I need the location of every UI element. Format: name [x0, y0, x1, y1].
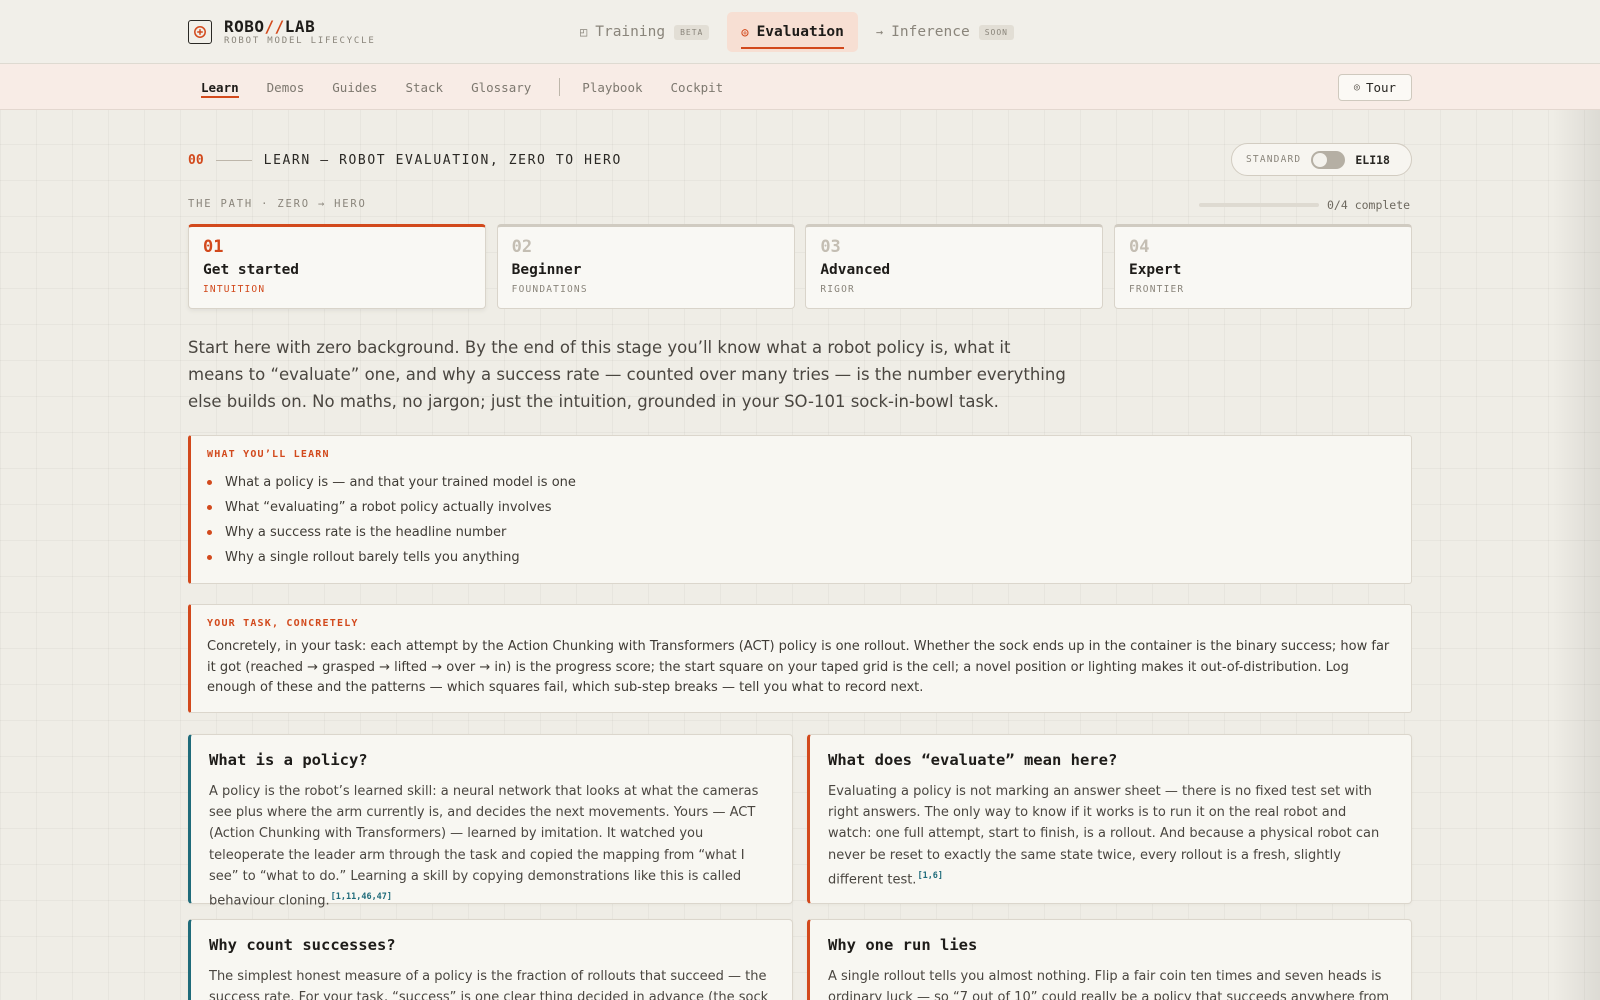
objectives-list: What a policy is — and that your trained… [207, 470, 1395, 570]
list-item: Why a single rollout barely tells you an… [207, 545, 1395, 570]
switch-knob [1313, 152, 1328, 167]
soon-badge: SOON [978, 24, 1014, 40]
list-item: What a policy is — and that your trained… [207, 470, 1395, 495]
progress-bar [1199, 203, 1319, 207]
concept-card-policy: What is a policy? A policy is the robot’… [188, 734, 793, 908]
stage-intro: Start here with zero background. By the … [188, 338, 1066, 411]
path-label: THE PATH · ZERO → HERO [188, 198, 367, 210]
path-progress: 0/4 complete [1199, 198, 1410, 212]
concept-card-evaluate: What does “evaluate” mean here? Evaluati… [807, 734, 1412, 904]
beta-badge: BETA [674, 24, 710, 40]
stage-title: Advanced [820, 262, 891, 278]
concept-title: Why count successes? [209, 936, 396, 954]
app-name: ROBO//LAB [224, 17, 316, 36]
stage-number: 02 [511, 237, 533, 257]
subnav-learn[interactable]: Learn [201, 64, 239, 110]
task-label: YOUR TASK, CONCRETELY [207, 618, 359, 629]
stage-subtitle: FRONTIER [1128, 284, 1185, 295]
subnav-glossary[interactable]: Glossary [471, 64, 531, 110]
mode-standard-label: STANDARD [1246, 154, 1302, 165]
subnav-demos[interactable]: Demos [267, 64, 305, 110]
concept-body: Evaluating a policy is not marking an an… [828, 784, 1380, 888]
section-header: 00 LEARN — ROBOT EVALUATION, ZERO TO HER… [188, 150, 622, 170]
bullet-icon [207, 555, 212, 560]
target-icon: ◎ [741, 25, 749, 39]
stage-tabs: ◰ Training BETA ◎ Evaluation → Inference… [566, 12, 1032, 52]
stage-card-get-started[interactable]: 01 Get started INTUITION [188, 224, 486, 309]
concept-title: Why one run lies [828, 936, 978, 954]
concept-title: What does “evaluate” mean here? [828, 751, 1118, 769]
subnav-guides[interactable]: Guides [332, 64, 377, 110]
section-title: LEARN — ROBOT EVALUATION, ZERO TO HERO [263, 152, 622, 168]
subnav-divider [559, 78, 561, 96]
task-text: Concretely, in your task: each attempt b… [207, 639, 1390, 695]
subnav-playbook[interactable]: Playbook [582, 64, 642, 110]
bullet-icon [207, 505, 212, 510]
concept-card-one-run: Why one run lies A single rollout tells … [807, 919, 1412, 1000]
tab-evaluation-label: Evaluation [756, 24, 844, 40]
citation-link[interactable]: [1,6] [917, 871, 943, 881]
concept-body: The simplest honest measure of a policy … [209, 969, 769, 1000]
concept-body: A single rollout tells you almost nothin… [828, 969, 1390, 1000]
stage-card-beginner[interactable]: 02 Beginner FOUNDATIONS [496, 224, 795, 309]
grid-icon: ◰ [580, 25, 588, 39]
app-logo[interactable]: ROBO//LAB ROBOT MODEL LIFECYCLE [188, 18, 376, 46]
robot-logo-icon [188, 20, 212, 44]
stage-title: Expert [1128, 262, 1182, 278]
citation-link[interactable]: [1,11,46,47] [331, 892, 392, 902]
explanation-mode-toggle[interactable]: STANDARD ELI18 [1231, 143, 1412, 176]
task-callout: YOUR TASK, CONCRETELY Concretely, in you… [188, 604, 1412, 713]
arrow-right-icon: → [875, 25, 884, 39]
concept-body: A policy is the robot’s learned skill: a… [209, 784, 759, 909]
stage-title: Beginner [511, 262, 582, 278]
subnav-cockpit[interactable]: Cockpit [671, 64, 724, 110]
stage-title: Get started [203, 262, 300, 278]
stage-subtitle: INTUITION [203, 284, 266, 295]
list-item: Why a success rate is the headline numbe… [207, 520, 1395, 545]
stage-card-advanced[interactable]: 03 Advanced RIGOR [805, 224, 1104, 309]
tab-inference[interactable]: → Inference SOON [862, 12, 1028, 52]
section-rule [215, 159, 252, 161]
mode-eli18-label: ELI18 [1355, 152, 1390, 167]
stage-number: 01 [203, 237, 224, 257]
concept-card-successes: Why count successes? The simplest honest… [188, 919, 793, 1000]
top-header: ROBO//LAB ROBOT MODEL LIFECYCLE ◰ Traini… [0, 0, 1600, 64]
stage-number: 04 [1128, 237, 1150, 257]
bullet-icon [207, 480, 212, 485]
progress-text: 0/4 complete [1327, 198, 1411, 212]
stage-subtitle: FOUNDATIONS [511, 284, 588, 295]
concept-title: What is a policy? [209, 751, 368, 769]
page-edge-shadow [1552, 0, 1600, 1000]
tab-training-label: Training [595, 24, 666, 40]
stage-number: 03 [820, 237, 841, 257]
app-subtitle: ROBOT MODEL LIFECYCLE [224, 36, 376, 46]
tour-button-label: Tour [1365, 80, 1397, 95]
stage-card-expert[interactable]: 04 Expert FRONTIER [1113, 224, 1412, 309]
objectives-label: WHAT YOU’LL LEARN [207, 449, 330, 460]
list-item: What “evaluating” a robot policy actuall… [207, 495, 1395, 520]
tour-button[interactable]: ◎ Tour [1338, 74, 1412, 101]
bullet-icon [207, 530, 212, 535]
stage-subtitle: RIGOR [820, 284, 855, 295]
tab-inference-label: Inference [891, 24, 970, 40]
mode-switch[interactable] [1311, 150, 1346, 169]
tab-training[interactable]: ◰ Training BETA [566, 12, 723, 52]
section-number: 00 [188, 152, 204, 168]
stage-cards: 01 Get started INTUITION 02 Beginner FOU… [188, 224, 1412, 309]
tab-evaluation[interactable]: ◎ Evaluation [727, 12, 858, 52]
subnav-stack[interactable]: Stack [405, 64, 443, 110]
target-icon: ◎ [1353, 82, 1360, 93]
learning-objectives: WHAT YOU’LL LEARN What a policy is — and… [188, 435, 1412, 584]
